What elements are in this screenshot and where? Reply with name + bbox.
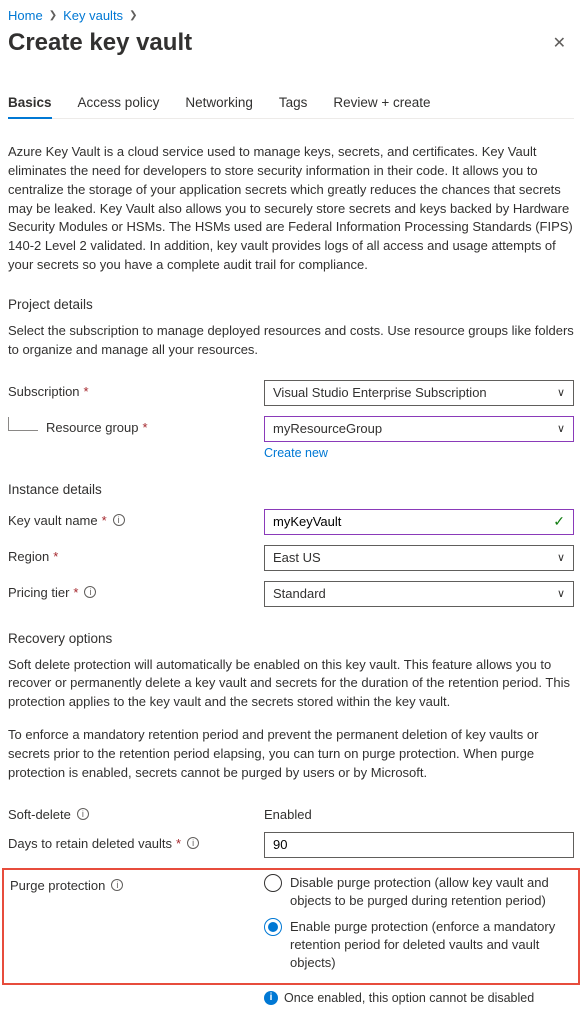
- purge-disable-label: Disable purge protection (allow key vaul…: [290, 874, 574, 910]
- resource-group-value: myResourceGroup: [273, 421, 382, 436]
- radio-icon[interactable]: [264, 874, 282, 892]
- info-icon[interactable]: i: [77, 808, 89, 820]
- required-icon: *: [176, 836, 181, 851]
- keyvault-name-field[interactable]: [273, 514, 553, 529]
- breadcrumb-keyvaults[interactable]: Key vaults: [63, 8, 123, 23]
- chevron-down-icon: ∨: [557, 587, 565, 600]
- project-details-heading: Project details: [8, 297, 574, 312]
- purge-protection-label: Purge protection: [10, 878, 105, 893]
- purge-enable-option[interactable]: Enable purge protection (enforce a manda…: [264, 918, 574, 973]
- chevron-right-icon: ❯: [129, 10, 137, 21]
- soft-delete-value: Enabled: [264, 803, 574, 822]
- region-value: East US: [273, 550, 321, 565]
- keyvault-name-input[interactable]: ✓: [264, 509, 574, 535]
- purge-enable-label: Enable purge protection (enforce a manda…: [290, 918, 574, 973]
- purge-protection-highlight: Purge protection i Disable purge protect…: [2, 868, 580, 985]
- required-icon: *: [53, 549, 58, 564]
- pricing-tier-value: Standard: [273, 586, 326, 601]
- breadcrumb: Home ❯ Key vaults ❯: [8, 8, 574, 23]
- page-title: Create key vault: [8, 29, 192, 57]
- info-icon[interactable]: i: [187, 837, 199, 849]
- recovery-desc-2: To enforce a mandatory retention period …: [8, 726, 574, 783]
- recovery-desc-1: Soft delete protection will automaticall…: [8, 656, 574, 713]
- close-icon[interactable]: ✕: [545, 29, 574, 57]
- resource-group-dropdown[interactable]: myResourceGroup ∨: [264, 416, 574, 442]
- required-icon: *: [102, 513, 107, 528]
- chevron-right-icon: ❯: [49, 10, 57, 21]
- required-icon: *: [73, 585, 78, 600]
- subscription-dropdown[interactable]: Visual Studio Enterprise Subscription ∨: [264, 380, 574, 406]
- soft-delete-label: Soft-delete: [8, 807, 71, 822]
- tree-connector-icon: [8, 417, 38, 431]
- subscription-label: Subscription: [8, 384, 80, 399]
- info-icon[interactable]: i: [113, 514, 125, 526]
- chevron-down-icon: ∨: [557, 422, 565, 435]
- subscription-value: Visual Studio Enterprise Subscription: [273, 385, 487, 400]
- tab-tags[interactable]: Tags: [279, 95, 308, 118]
- region-label: Region: [8, 549, 49, 564]
- info-icon[interactable]: i: [84, 586, 96, 598]
- intro-text: Azure Key Vault is a cloud service used …: [8, 143, 574, 275]
- purge-note-text: Once enabled, this option cannot be disa…: [284, 991, 534, 1005]
- purge-disable-option[interactable]: Disable purge protection (allow key vaul…: [264, 874, 574, 910]
- project-details-desc: Select the subscription to manage deploy…: [8, 322, 574, 360]
- retention-days-label: Days to retain deleted vaults: [8, 836, 172, 851]
- chevron-down-icon: ∨: [557, 551, 565, 564]
- radio-selected-icon[interactable]: [264, 918, 282, 936]
- tab-review-create[interactable]: Review + create: [333, 95, 430, 118]
- tabs: Basics Access policy Networking Tags Rev…: [8, 95, 574, 119]
- breadcrumb-home[interactable]: Home: [8, 8, 43, 23]
- required-icon: *: [84, 384, 89, 399]
- info-icon[interactable]: i: [111, 879, 123, 891]
- pricing-tier-dropdown[interactable]: Standard ∨: [264, 581, 574, 607]
- purge-note: i Once enabled, this option cannot be di…: [264, 991, 574, 1005]
- info-blue-icon: i: [264, 991, 278, 1005]
- tab-networking[interactable]: Networking: [185, 95, 253, 118]
- tab-access-policy[interactable]: Access policy: [78, 95, 160, 118]
- chevron-down-icon: ∨: [557, 386, 565, 399]
- tab-basics[interactable]: Basics: [8, 95, 52, 118]
- create-new-link[interactable]: Create new: [264, 446, 328, 460]
- keyvault-name-label: Key vault name: [8, 513, 98, 528]
- instance-details-heading: Instance details: [8, 482, 574, 497]
- region-dropdown[interactable]: East US ∨: [264, 545, 574, 571]
- recovery-options-heading: Recovery options: [8, 631, 574, 646]
- resource-group-label: Resource group: [46, 420, 139, 435]
- pricing-tier-label: Pricing tier: [8, 585, 69, 600]
- retention-days-input[interactable]: [264, 832, 574, 858]
- required-icon: *: [143, 420, 148, 435]
- check-icon: ✓: [553, 513, 565, 530]
